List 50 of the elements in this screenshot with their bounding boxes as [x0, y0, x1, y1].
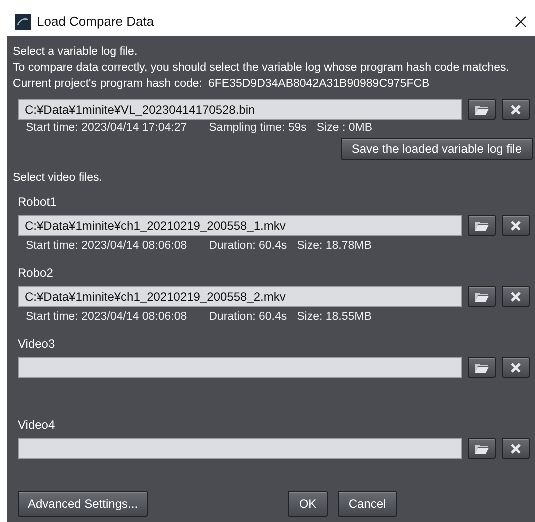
- app-icon: [15, 14, 31, 30]
- file-info-text: Start time: 2023/04/14 17:04:27: [26, 121, 188, 136]
- instruction-text: To compare data correctly, you should select the variable log whose program hash code matches.: [13, 61, 510, 76]
- file-info-text: Size : 0MB: [316, 121, 373, 136]
- browse-button[interactable]: [468, 286, 496, 307]
- file-info-text: Duration: 60.4s: [209, 310, 288, 326]
- file-path-field[interactable]: [18, 357, 462, 378]
- folder-icon: [474, 290, 490, 302]
- file-path-field[interactable]: C:¥Data¥1minite¥VL_20230414170528.bin: [18, 99, 462, 120]
- file-info-text: Size: 18.55MB: [297, 310, 372, 326]
- file-info-text: Size: 18.78MB: [297, 239, 372, 254]
- browse-button[interactable]: [468, 99, 496, 120]
- clear-button[interactable]: [502, 99, 530, 120]
- file-info-text: Start time: 2023/04/14 08:06:08: [26, 239, 188, 254]
- close-icon: [510, 220, 522, 232]
- folder-icon: [474, 442, 490, 454]
- file-path-field[interactable]: C:¥Data¥1minite¥ch1_20210219_200558_1.mkv: [18, 215, 462, 236]
- file-info-text: Duration: 60.4s: [209, 239, 288, 254]
- hash-label: Current project's program hash code:: [13, 77, 202, 92]
- video-label: Video3: [17, 336, 56, 353]
- close-icon: [510, 362, 522, 374]
- section-heading: Select video files.: [12, 170, 104, 186]
- close-icon: [510, 442, 522, 454]
- browse-button[interactable]: [468, 438, 496, 459]
- file-path-field[interactable]: [18, 438, 462, 459]
- window-title: Load Compare Data: [37, 13, 154, 32]
- hash-value: 6FE35D9D34AB8042A31B90989C975FCB: [208, 77, 430, 92]
- close-icon: [510, 290, 522, 302]
- cancel-button[interactable]: Cancel: [338, 491, 397, 517]
- advanced-settings-button[interactable]: Advanced Settings...: [18, 491, 148, 517]
- clear-button[interactable]: [502, 286, 530, 307]
- folder-icon: [474, 362, 490, 374]
- instruction-text: Select a variable log file.: [13, 45, 139, 60]
- clear-button[interactable]: [502, 215, 530, 236]
- browse-button[interactable]: [468, 215, 496, 236]
- close-icon: [510, 104, 522, 116]
- video-label: Robo2: [17, 265, 54, 282]
- ok-button[interactable]: OK: [288, 491, 328, 517]
- folder-icon: [474, 104, 490, 116]
- save-log-button[interactable]: Save the loaded variable log file: [340, 138, 533, 160]
- file-info-text: Sampling time: 59s: [209, 121, 307, 136]
- video-label: Robot1: [17, 194, 58, 211]
- file-path-field[interactable]: C:¥Data¥1minite¥ch1_20210219_200558_2.mkv: [18, 286, 462, 307]
- clear-button[interactable]: [502, 357, 530, 378]
- video-label: Video4: [17, 417, 56, 434]
- browse-button[interactable]: [468, 357, 496, 378]
- close-icon[interactable]: [515, 16, 527, 28]
- folder-icon: [474, 220, 490, 232]
- file-info-text: Start time: 2023/04/14 08:06:08: [26, 310, 188, 326]
- clear-button[interactable]: [502, 438, 530, 459]
